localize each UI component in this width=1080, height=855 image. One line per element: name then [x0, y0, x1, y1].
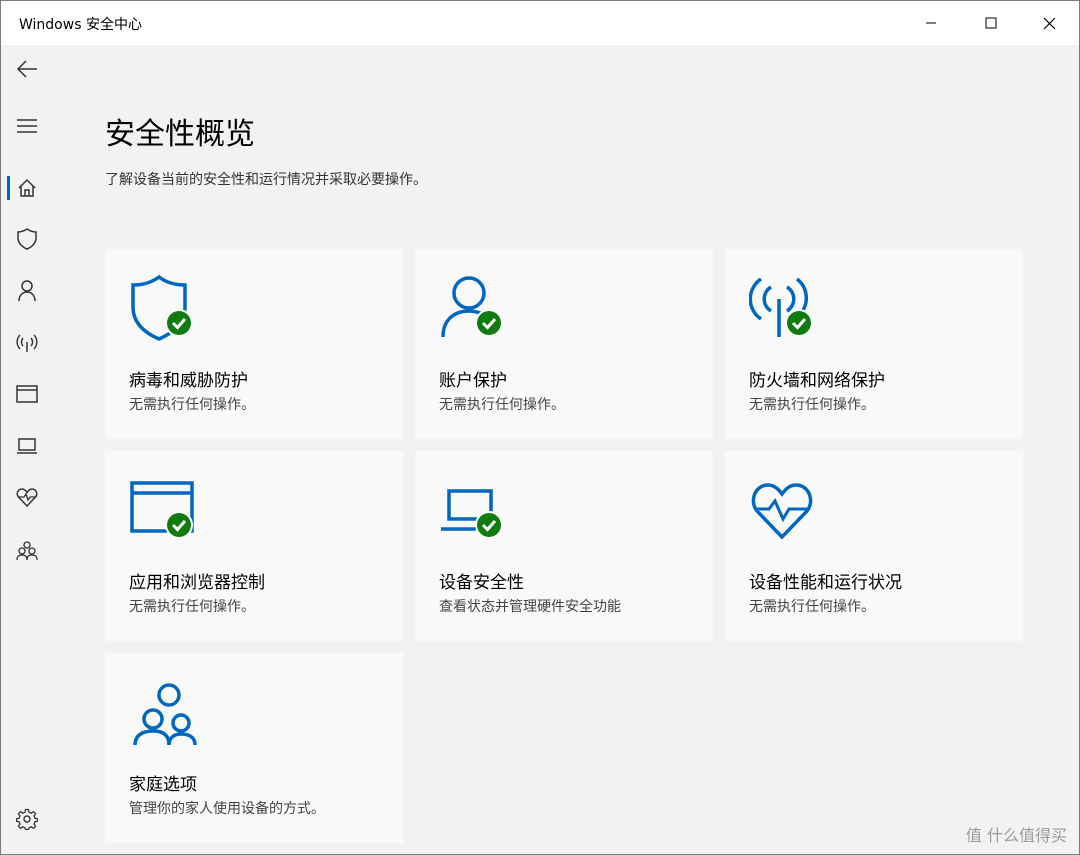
main-content: 安全性概览 了解设备当前的安全性和运行情况并采取必要操作。 病毒和威胁防护 无需… — [53, 45, 1079, 854]
nav-device-security[interactable] — [1, 424, 53, 468]
page-subtitle: 了解设备当前的安全性和运行情况并采取必要操作。 — [105, 172, 427, 188]
nav-virus-protection[interactable] — [1, 217, 53, 261]
heart-pulse-icon — [16, 488, 38, 507]
checkmark-badge-icon — [785, 309, 813, 337]
tile-title: 设备安全性 — [439, 573, 524, 593]
minimize-button[interactable] — [901, 1, 961, 45]
back-arrow-icon — [16, 60, 37, 78]
tile-description: 无需执行任何操作。 — [129, 599, 255, 615]
title-bar: Windows 安全中心 — [1, 1, 1079, 45]
nav-app-browser-control[interactable] — [1, 372, 53, 416]
browser-window-icon — [130, 481, 194, 539]
nav-account-protection[interactable] — [1, 269, 53, 313]
checkmark-badge-icon — [165, 511, 193, 539]
family-icon — [16, 541, 38, 561]
tile-description: 无需执行任何操作。 — [129, 397, 255, 413]
checkmark-badge-icon — [475, 309, 503, 337]
tile-description: 无需执行任何操作。 — [439, 397, 565, 413]
person-icon — [18, 280, 36, 302]
tile-description: 无需执行任何操作。 — [749, 599, 875, 615]
tile-title: 账户保护 — [439, 371, 507, 391]
close-icon — [1043, 17, 1055, 29]
heart-pulse-icon — [751, 483, 813, 540]
window-title: Windows 安全中心 — [19, 17, 142, 33]
checkmark-badge-icon — [475, 511, 503, 539]
tile-account-protection[interactable]: 账户保护 无需执行任何操作。 — [415, 249, 713, 439]
home-icon — [18, 178, 36, 197]
nav-firewall[interactable] — [1, 321, 53, 365]
tile-firewall-network-protection[interactable]: 防火墙和网络保护 无需执行任何操作。 — [725, 249, 1023, 439]
back-button[interactable] — [1, 47, 53, 91]
nav-device-health[interactable] — [1, 475, 53, 519]
hamburger-icon — [17, 119, 37, 133]
maximize-icon — [985, 17, 997, 29]
page-title: 安全性概览 — [105, 117, 255, 152]
tile-description: 无需执行任何操作。 — [749, 397, 875, 413]
minimize-icon — [926, 22, 936, 24]
person-icon — [441, 276, 503, 338]
watermark: 值 什么值得买 — [966, 822, 1067, 846]
watermark-text: 值 什么值得买 — [965, 826, 1067, 845]
security-center-window: Windows 安全中心 安全性概览 了解设备当前的安全性和运行情况并采取必要操… — [0, 0, 1080, 855]
tile-title: 病毒和威胁防护 — [129, 371, 248, 391]
checkmark-badge-icon — [165, 309, 193, 337]
gear-icon — [16, 808, 38, 830]
shield-icon — [131, 274, 193, 341]
tile-app-browser-control[interactable]: 应用和浏览器控制 无需执行任何操作。 — [105, 451, 403, 641]
laptop-icon — [441, 489, 503, 539]
sidebar — [1, 45, 53, 854]
tile-virus-threat-protection[interactable]: 病毒和威胁防护 无需执行任何操作。 — [105, 249, 403, 439]
tile-device-security[interactable]: 设备安全性 查看状态并管理硬件安全功能 — [415, 451, 713, 641]
tile-title: 应用和浏览器控制 — [129, 573, 265, 593]
menu-button[interactable] — [1, 104, 53, 148]
tile-title: 家庭选项 — [129, 775, 197, 795]
laptop-icon — [17, 438, 37, 454]
close-button[interactable] — [1019, 1, 1079, 45]
tile-title: 防火墙和网络保护 — [749, 371, 885, 391]
nav-family-options[interactable] — [1, 529, 53, 573]
nav-home[interactable] — [1, 166, 53, 210]
tile-family-options[interactable]: 家庭选项 管理你的家人使用设备的方式。 — [105, 653, 403, 843]
family-icon — [133, 683, 197, 746]
settings-button[interactable] — [1, 797, 53, 841]
tile-title: 设备性能和运行状况 — [749, 573, 902, 593]
tile-description: 查看状态并管理硬件安全功能 — [439, 599, 621, 615]
vertical-scrollbar[interactable] — [1073, 45, 1079, 854]
wireless-icon — [749, 277, 813, 337]
maximize-button[interactable] — [961, 1, 1021, 45]
shield-icon — [17, 228, 37, 250]
tile-description: 管理你的家人使用设备的方式。 — [129, 801, 325, 817]
wireless-icon — [16, 334, 38, 352]
browser-window-icon — [16, 385, 38, 403]
tile-device-performance-health[interactable]: 设备性能和运行状况 无需执行任何操作。 — [725, 451, 1023, 641]
